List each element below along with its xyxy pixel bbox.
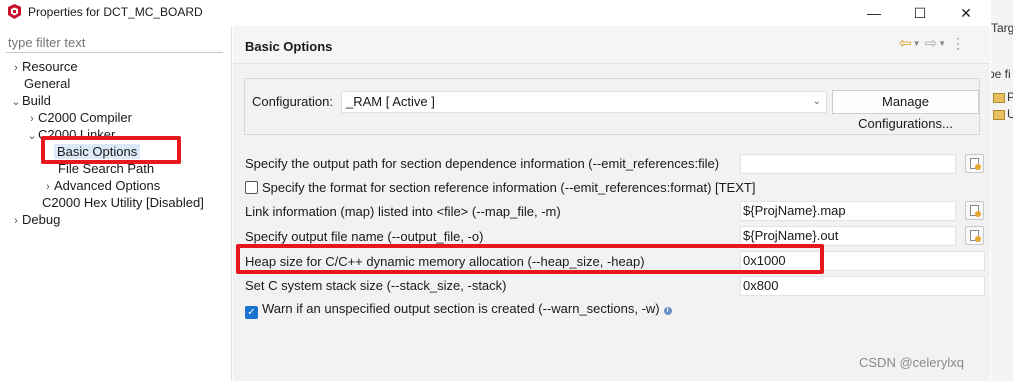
- chevron-down-icon[interactable]: ▼: [913, 39, 921, 48]
- map-file-input[interactable]: ${ProjName}.map: [740, 201, 956, 221]
- tree-item-build[interactable]: ⌄Build: [10, 92, 51, 109]
- chevron-down-icon[interactable]: ⌄: [813, 92, 821, 112]
- chevron-right-icon[interactable]: ›: [10, 60, 22, 77]
- folder-icon: [993, 93, 1005, 103]
- warn-sections-checkbox[interactable]: ✓: [245, 306, 258, 319]
- back-arrow-icon[interactable]: ⇦: [899, 35, 912, 52]
- configuration-label: Configuration:: [252, 94, 333, 109]
- tree-item-label: C2000 Compiler: [38, 110, 132, 125]
- tree-item-label: General: [24, 76, 71, 91]
- minimize-button[interactable]: —: [852, 0, 896, 26]
- ti-logo-icon: [8, 4, 21, 19]
- emit-references-format-option[interactable]: Specify the format for section reference…: [245, 180, 755, 195]
- navigation-pane: ›Resource General ⌄Build ›C2000 Compiler…: [0, 26, 232, 381]
- background-text: U: [1007, 107, 1013, 121]
- kebab-menu-icon[interactable]: ⋮: [951, 35, 965, 51]
- folder-icon: [993, 110, 1005, 120]
- forward-arrow-icon[interactable]: ⇨: [925, 35, 938, 52]
- tree-item-resource[interactable]: › Resource: [10, 58, 78, 77]
- chevron-down-icon[interactable]: ⌄: [10, 94, 22, 111]
- tree-item-compiler[interactable]: › C2000 Compiler: [26, 109, 132, 126]
- background-text: P: [1007, 90, 1013, 104]
- window-title: Properties for DCT_MC_BOARD: [28, 5, 203, 19]
- background-text: pe fi: [991, 67, 1011, 81]
- browse-file-icon[interactable]: [965, 226, 984, 245]
- configuration-group: Configuration: _RAM [ Active ] ⌄ Manage …: [244, 78, 980, 135]
- page-header: Basic Options ⇦▼ ⇨▼ ⋮: [233, 26, 990, 64]
- browse-file-icon[interactable]: [965, 154, 984, 173]
- emit-references-file-input[interactable]: [740, 154, 956, 174]
- chevron-right-icon[interactable]: ›: [10, 213, 22, 230]
- chevron-down-icon[interactable]: ▼: [938, 39, 946, 48]
- filter-input[interactable]: [6, 33, 223, 53]
- chevron-down-icon[interactable]: ⌄: [26, 128, 38, 145]
- output-file-label: Specify output file name (--output_file,…: [245, 229, 484, 244]
- emit-references-format-checkbox[interactable]: [245, 181, 258, 194]
- page-title: Basic Options: [245, 39, 333, 54]
- background-text: Targ: [991, 21, 1013, 35]
- nav-toolbar: ⇦▼ ⇨▼ ⋮: [899, 34, 965, 52]
- tree-item-label: Advanced Options: [54, 178, 161, 193]
- emit-references-file-label: Specify the output path for section depe…: [245, 156, 720, 171]
- info-icon[interactable]: i: [663, 307, 672, 315]
- stack-size-label: Set C system stack size (--stack_size, -…: [245, 278, 507, 293]
- checkbox-label: Specify the format for section reference…: [262, 180, 756, 195]
- map-file-label: Link information (map) listed into <file…: [245, 204, 561, 219]
- close-button[interactable]: ✕: [944, 0, 988, 26]
- manage-configurations-button[interactable]: Manage Configurations...: [832, 90, 979, 131]
- configuration-select[interactable]: _RAM [ Active ] ⌄: [341, 91, 827, 113]
- tree-item-hex-utility[interactable]: C2000 Hex Utility [Disabled]: [42, 194, 204, 211]
- checkbox-label: Warn if an unspecified output section is…: [262, 301, 660, 316]
- stack-size-input[interactable]: 0x800: [740, 276, 985, 296]
- tree-item-debug[interactable]: › Debug: [10, 211, 60, 228]
- tree-item-label: C2000 Hex Utility [Disabled]: [42, 195, 204, 210]
- maximize-button[interactable]: ☐: [898, 0, 942, 26]
- tree-item-label: Debug: [22, 212, 61, 227]
- content-pane: Basic Options ⇦▼ ⇨▼ ⋮ Configuration: _RAM …: [233, 26, 990, 381]
- highlight-annotation: [236, 244, 824, 274]
- watermark: CSDN @celerylxq: [859, 355, 964, 370]
- tree-item-advanced-options[interactable]: › Advanced Options: [42, 177, 160, 194]
- title-bar: Properties for DCT_MC_BOARD — ☐ ✕: [0, 0, 990, 26]
- tree-item-label: Build: [22, 93, 51, 108]
- warn-sections-option[interactable]: ✓ Warn if an unspecified output section i…: [245, 301, 672, 319]
- highlight-annotation: [41, 136, 181, 164]
- browse-file-icon[interactable]: [965, 201, 984, 220]
- tree-item-general[interactable]: General: [24, 75, 70, 92]
- output-file-input[interactable]: ${ProjName}.out: [740, 226, 956, 246]
- properties-dialog: Properties for DCT_MC_BOARD — ☐ ✕ ›Resou…: [0, 0, 990, 381]
- background-window: Targ pe fi P U: [991, 0, 1013, 381]
- configuration-value: _RAM [ Active ]: [346, 94, 435, 109]
- tree-item-label: Resource: [22, 59, 78, 74]
